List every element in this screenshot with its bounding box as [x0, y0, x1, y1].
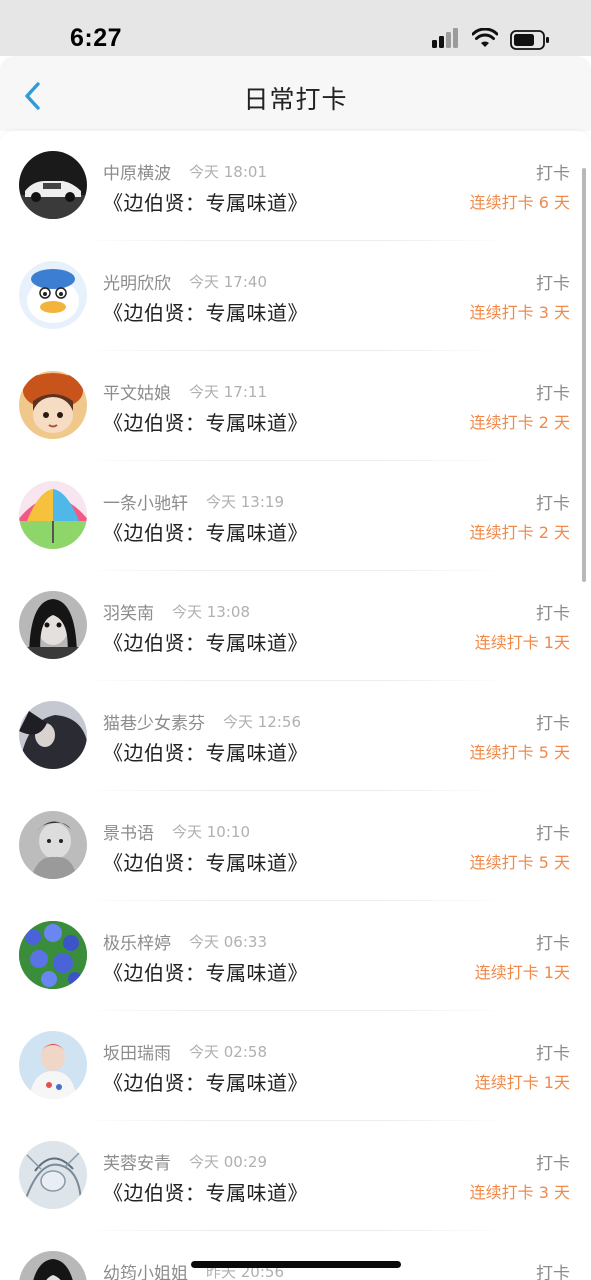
signal-icon: [432, 28, 458, 48]
avatar[interactable]: [19, 921, 87, 989]
avatar[interactable]: [19, 481, 87, 549]
avatar[interactable]: [19, 1251, 87, 1280]
checkin-type: 打卡: [536, 934, 570, 954]
checkin-row[interactable]: 羽笑南 今天 13:08 《边伯贤：专属味道》 打卡连续打卡 1天: [0, 571, 591, 681]
avatar[interactable]: [19, 591, 87, 659]
checkin-type: 打卡: [536, 824, 570, 844]
checkin-time: 今天 00:29: [189, 1153, 267, 1171]
checkin-row[interactable]: 一条小驰轩 今天 13:19 《边伯贤：专属味道》 打卡连续打卡 2 天: [0, 461, 591, 571]
work-title[interactable]: 《边伯贤：专属味道》: [103, 1177, 308, 1206]
work-title[interactable]: 《边伯贤：专属味道》: [103, 297, 308, 326]
checkin-type: 打卡: [536, 714, 570, 734]
streak-label: 连续打卡 6 天: [469, 193, 570, 212]
page-title: 日常打卡: [243, 85, 348, 114]
checkin-row[interactable]: 光明欣欣 今天 17:40 《边伯贤：专属味道》 打卡连续打卡 3 天: [0, 241, 591, 351]
streak-label: 连续打卡 5 天: [469, 743, 570, 762]
checkin-row[interactable]: 景书语 今天 10:10 《边伯贤：专属味道》 打卡连续打卡 5 天: [0, 791, 591, 901]
checkin-time: 今天 10:10: [172, 823, 250, 841]
checkin-type: 打卡: [536, 274, 570, 294]
checkin-row[interactable]: 极乐梓婷 今天 06:33 《边伯贤：专属味道》 打卡连续打卡 1天: [0, 901, 591, 1011]
streak-label: 连续打卡 1天: [474, 1073, 570, 1092]
checkin-type: 打卡: [536, 1044, 570, 1064]
checkin-type: 打卡: [536, 604, 570, 624]
avatar[interactable]: [19, 1031, 87, 1099]
checkin-time: 今天 17:11: [189, 383, 267, 401]
status-time: 6:27: [70, 24, 123, 52]
checkin-row[interactable]: 平文姑娘 今天 17:11 《边伯贤：专属味道》 打卡连续打卡 2 天: [0, 351, 591, 461]
streak-label: 连续打卡 3 天: [469, 1183, 570, 1202]
checkin-time: 今天 13:19: [206, 493, 284, 511]
user-name[interactable]: 幼筠小姐姐: [103, 1259, 188, 1280]
checkin-type: 打卡: [536, 494, 570, 514]
work-title[interactable]: 《边伯贤：专属味道》: [103, 1067, 308, 1096]
checkin-time: 今天 17:40: [189, 273, 267, 291]
avatar[interactable]: [19, 371, 87, 439]
streak-label: 连续打卡 5 天: [469, 853, 570, 872]
work-title[interactable]: 《边伯贤：专属味道》: [103, 737, 308, 766]
work-title[interactable]: 《边伯贤：专属味道》: [103, 407, 308, 436]
streak-label: 连续打卡 1天: [474, 633, 570, 652]
nav-bar: 日常打卡: [0, 56, 591, 131]
checkin-row[interactable]: 猫巷少女素芬 今天 12:56 《边伯贤：专属味道》 打卡连续打卡 5 天: [0, 681, 591, 791]
checkin-row[interactable]: 芙蓉安青 今天 00:29 《边伯贤：专属味道》 打卡连续打卡 3 天: [0, 1121, 591, 1231]
user-name[interactable]: 羽笑南: [103, 599, 154, 624]
user-name[interactable]: 芙蓉安青: [103, 1149, 171, 1174]
avatar[interactable]: [19, 1141, 87, 1209]
user-name[interactable]: 猫巷少女素芬: [103, 709, 205, 734]
checkin-time: 今天 02:58: [189, 1043, 267, 1061]
work-title[interactable]: 《边伯贤：专属味道》: [103, 957, 308, 986]
scrollbar[interactable]: [582, 168, 586, 582]
avatar[interactable]: [19, 151, 87, 219]
checkin-row[interactable]: 幼筠小姐姐昨天 20:56《边伯贤：专属味道》打卡: [0, 1231, 591, 1280]
streak-label: 连续打卡 2 天: [469, 523, 570, 542]
checkin-type: 打卡: [536, 1264, 570, 1280]
wifi-icon: [472, 28, 498, 47]
checkin-time: 今天 18:01: [189, 163, 267, 181]
checkin-type: 打卡: [536, 164, 570, 184]
user-name[interactable]: 一条小驰轩: [103, 489, 188, 514]
checkin-time: 今天 12:56: [223, 713, 301, 731]
work-title[interactable]: 《边伯贤：专属味道》: [103, 847, 308, 876]
avatar[interactable]: [19, 701, 87, 769]
streak-label: 连续打卡 3 天: [469, 303, 570, 322]
battery-icon: [510, 30, 549, 50]
home-indicator[interactable]: [191, 1261, 401, 1268]
checkin-list[interactable]: 中原横波 今天 18:01 《边伯贤：专属味道》 打卡 连续打卡 6 天 光明欣欣 今天 …: [0, 131, 591, 1280]
streak-label: 连续打卡 2 天: [469, 413, 570, 432]
avatar[interactable]: [19, 811, 87, 879]
work-title[interactable]: 《边伯贤：专属味道》: [103, 627, 308, 656]
user-name[interactable]: 光明欣欣: [103, 269, 171, 294]
checkin-time: 今天 13:08: [172, 603, 250, 621]
checkin-type: 打卡: [536, 1154, 570, 1174]
user-name[interactable]: 坂田瑞雨: [103, 1039, 171, 1064]
streak-label: 连续打卡 1天: [474, 963, 570, 982]
avatar[interactable]: [19, 261, 87, 329]
work-title[interactable]: 《边伯贤：专属味道》: [103, 517, 308, 546]
checkin-time: 今天 06:33: [189, 933, 267, 951]
user-name[interactable]: 极乐梓婷: [103, 929, 171, 954]
user-name[interactable]: 平文姑娘: [103, 379, 171, 404]
user-name[interactable]: 中原横波: [103, 159, 171, 184]
user-name[interactable]: 景书语: [103, 819, 154, 844]
status-bar: 6:27: [0, 0, 591, 56]
checkin-row[interactable]: 中原横波 今天 18:01 《边伯贤：专属味道》 打卡连续打卡 6 天: [0, 131, 591, 241]
work-title[interactable]: 《边伯贤：专属味道》: [103, 187, 308, 216]
checkin-type: 打卡: [536, 384, 570, 404]
checkin-row[interactable]: 坂田瑞雨 今天 02:58 《边伯贤：专属味道》 打卡连续打卡 1天: [0, 1011, 591, 1121]
